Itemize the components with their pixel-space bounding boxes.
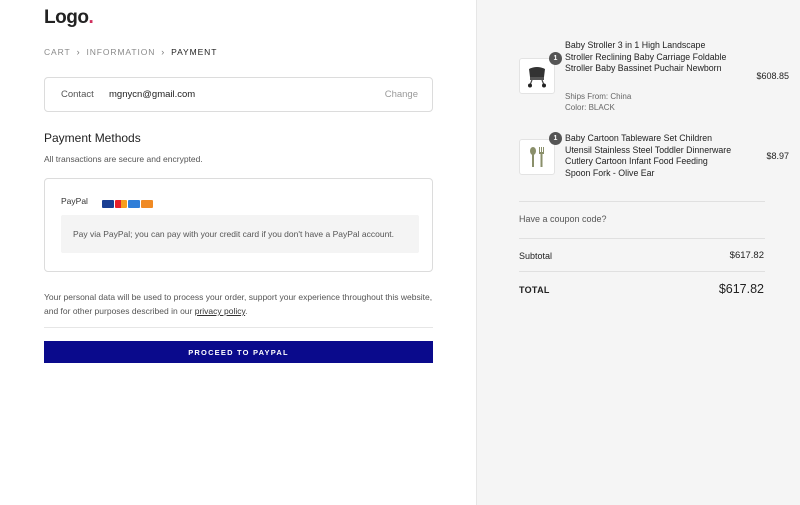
subtotal-label: Subtotal [519, 251, 553, 261]
paypal-description: Pay via PayPal; you can pay with your cr… [61, 215, 419, 253]
item-quantity-badge: 1 [549, 52, 562, 65]
total-label: TOTAL [519, 285, 550, 295]
change-contact-link[interactable]: Change [385, 89, 418, 100]
total-value: $617.82 [718, 282, 764, 296]
paypal-logo-icon [102, 194, 154, 198]
item-name: Baby Stroller 3 in 1 High Landscape Stro… [565, 40, 727, 73]
divider [44, 327, 433, 328]
breadcrumb-information[interactable]: INFORMATION [87, 47, 156, 57]
contact-email: mgnycn@gmail.com [109, 89, 196, 100]
logo-text: Logo [44, 7, 89, 28]
item-name: Baby Cartoon Tableware Set Children Uten… [565, 133, 732, 178]
item-quantity-badge: 1 [549, 132, 562, 145]
meta-key: Ships From: [565, 92, 609, 101]
meta-value: China [610, 92, 632, 101]
payment-methods-title: Payment Methods [44, 131, 141, 145]
breadcrumb: CART › INFORMATION › PAYMENT [44, 47, 217, 57]
chevron-right-icon: › [161, 47, 166, 57]
amex-card-icon [128, 199, 140, 208]
coupon-toggle[interactable]: Have a coupon code? [519, 214, 607, 224]
mastercard-icon [115, 199, 127, 208]
divider [519, 271, 765, 272]
item-price: $8.97 [766, 151, 789, 161]
privacy-notice: Your personal data will be used to proce… [44, 290, 444, 318]
divider [519, 201, 765, 202]
meta-key: Color: [565, 103, 587, 112]
payment-methods-subtitle: All transactions are secure and encrypte… [44, 154, 203, 164]
breadcrumb-cart[interactable]: CART [44, 47, 71, 57]
proceed-to-paypal-button[interactable]: PROCEED TO PAYPAL [44, 341, 433, 363]
item-meta-ships: Ships From: China [565, 91, 631, 102]
logo[interactable]: Logo. [44, 7, 94, 29]
visa-card-icon [102, 199, 114, 208]
paypal-method-box[interactable]: PayPal Pay via PayPal; you can pay with … [44, 178, 433, 272]
chevron-right-icon: › [76, 47, 81, 57]
contact-summary: Contact mgnycn@gmail.com Change [44, 77, 433, 112]
cart-item: 1 Baby Stroller 3 in 1 High Landscape St… [519, 40, 789, 115]
logo-dot: . [88, 7, 94, 28]
payment-cards-icon [102, 194, 154, 208]
paypal-label: PayPal [61, 196, 88, 206]
item-meta-color: Color: BLACK [565, 102, 615, 113]
privacy-end: . [245, 306, 248, 316]
subtotal-value: $617.82 [729, 250, 764, 261]
meta-value: BLACK [588, 103, 615, 112]
cart-item: 1 Baby Cartoon Tableware Set Children Ut… [519, 132, 789, 183]
contact-label: Contact [61, 89, 94, 100]
discover-card-icon [141, 199, 153, 208]
divider [519, 238, 765, 239]
checkout-main: Logo. CART › INFORMATION › PAYMENT Conta… [0, 0, 476, 505]
privacy-policy-link[interactable]: privacy policy [195, 306, 245, 316]
cutlery-icon [519, 139, 555, 175]
order-summary: 1 Baby Stroller 3 in 1 High Landscape St… [476, 0, 800, 505]
stroller-icon [519, 58, 555, 94]
breadcrumb-payment: PAYMENT [171, 47, 218, 57]
item-price: $608.85 [756, 71, 789, 81]
